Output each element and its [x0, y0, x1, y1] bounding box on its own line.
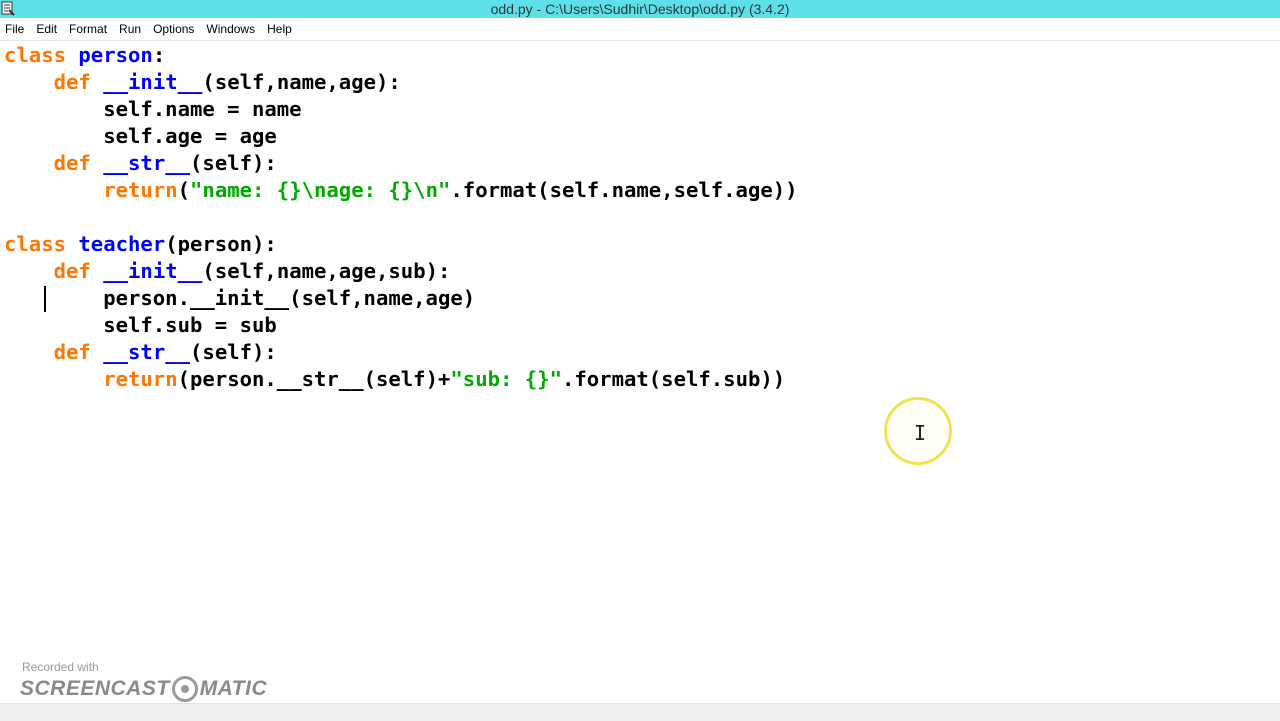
watermark-brand-right: MATIC	[199, 677, 268, 700]
code-line: class person:	[4, 42, 165, 69]
code-token: "name: {}\nage: {}\n"	[190, 178, 451, 202]
menu-format[interactable]: Format	[63, 18, 113, 40]
window-title: odd.py - C:\Users\Sudhir\Desktop\odd.py …	[490, 1, 790, 17]
code-token: teacher	[78, 232, 166, 256]
code-line: class teacher(person):	[4, 231, 277, 258]
code-line: def __init__(self,name,age):	[4, 69, 401, 96]
code-token: def	[53, 70, 91, 94]
menu-run[interactable]: Run	[113, 18, 147, 40]
text-caret	[44, 286, 46, 312]
title-bar[interactable]: odd.py - C:\Users\Sudhir\Desktop\odd.py …	[0, 0, 1280, 18]
code-token: def	[53, 151, 91, 175]
code-token: "sub: {}"	[450, 367, 562, 391]
status-bar	[0, 703, 1280, 721]
code-token: return	[103, 178, 178, 202]
code-token: self.sub = sub	[4, 313, 277, 337]
code-line: return("name: {}\nage: {}\n".format(self…	[4, 177, 798, 204]
menu-options[interactable]: Options	[147, 18, 200, 40]
watermark-recorded-with: Recorded with	[22, 660, 99, 674]
code-token: (self):	[190, 340, 277, 364]
code-line: self.age = age	[4, 123, 277, 150]
code-token: (person):	[165, 232, 277, 256]
code-token: class	[4, 43, 66, 67]
code-token: def	[53, 340, 91, 364]
code-line: self.name = name	[4, 96, 302, 123]
code-token: __init__	[103, 259, 203, 283]
code-token: (self):	[190, 151, 277, 175]
menu-edit[interactable]: Edit	[30, 18, 63, 40]
menu-help[interactable]: Help	[261, 18, 298, 40]
code-line: person.__init__(self,name,age)	[4, 285, 475, 312]
code-line: def __str__(self):	[4, 339, 277, 366]
code-token: __init__	[103, 70, 203, 94]
code-token: person.__init__(self,name,age)	[4, 286, 476, 310]
code-line: return(person.__str__(self)+"sub: {}".fo…	[4, 366, 785, 393]
code-token: __str__	[103, 340, 191, 364]
watermark-logo: SCREENCAST MATIC	[20, 676, 267, 702]
code-token: class	[4, 232, 66, 256]
ibeam-cursor-icon: I	[914, 421, 927, 445]
code-token: :	[152, 43, 166, 67]
record-icon	[171, 676, 198, 702]
code-token: (person.__str__(self)+	[177, 367, 451, 391]
code-editor[interactable]: class person: def __init__(self,name,age…	[0, 41, 1280, 703]
code-token: (self,name,age,sub):	[202, 259, 451, 283]
code-line: self.sub = sub	[4, 312, 277, 339]
code-token: person	[78, 43, 153, 67]
code-token: .format(self.sub))	[561, 367, 786, 391]
code-token: (	[177, 178, 191, 202]
code-token: self.age = age	[4, 124, 277, 148]
code-token: def	[53, 259, 91, 283]
watermark-brand-left: SCREENCAST	[20, 677, 170, 700]
code-token: __str__	[103, 151, 191, 175]
code-line: def __init__(self,name,age,sub):	[4, 258, 451, 285]
code-token: self.name = name	[4, 97, 302, 121]
menu-bar: File Edit Format Run Options Windows Hel…	[0, 18, 1280, 41]
menu-file[interactable]: File	[0, 18, 30, 40]
menu-windows[interactable]: Windows	[200, 18, 261, 40]
code-token: return	[103, 367, 178, 391]
code-token: .format(self.name,self.age))	[450, 178, 798, 202]
code-line: def __str__(self):	[4, 150, 277, 177]
code-token: (self,name,age):	[202, 70, 401, 94]
